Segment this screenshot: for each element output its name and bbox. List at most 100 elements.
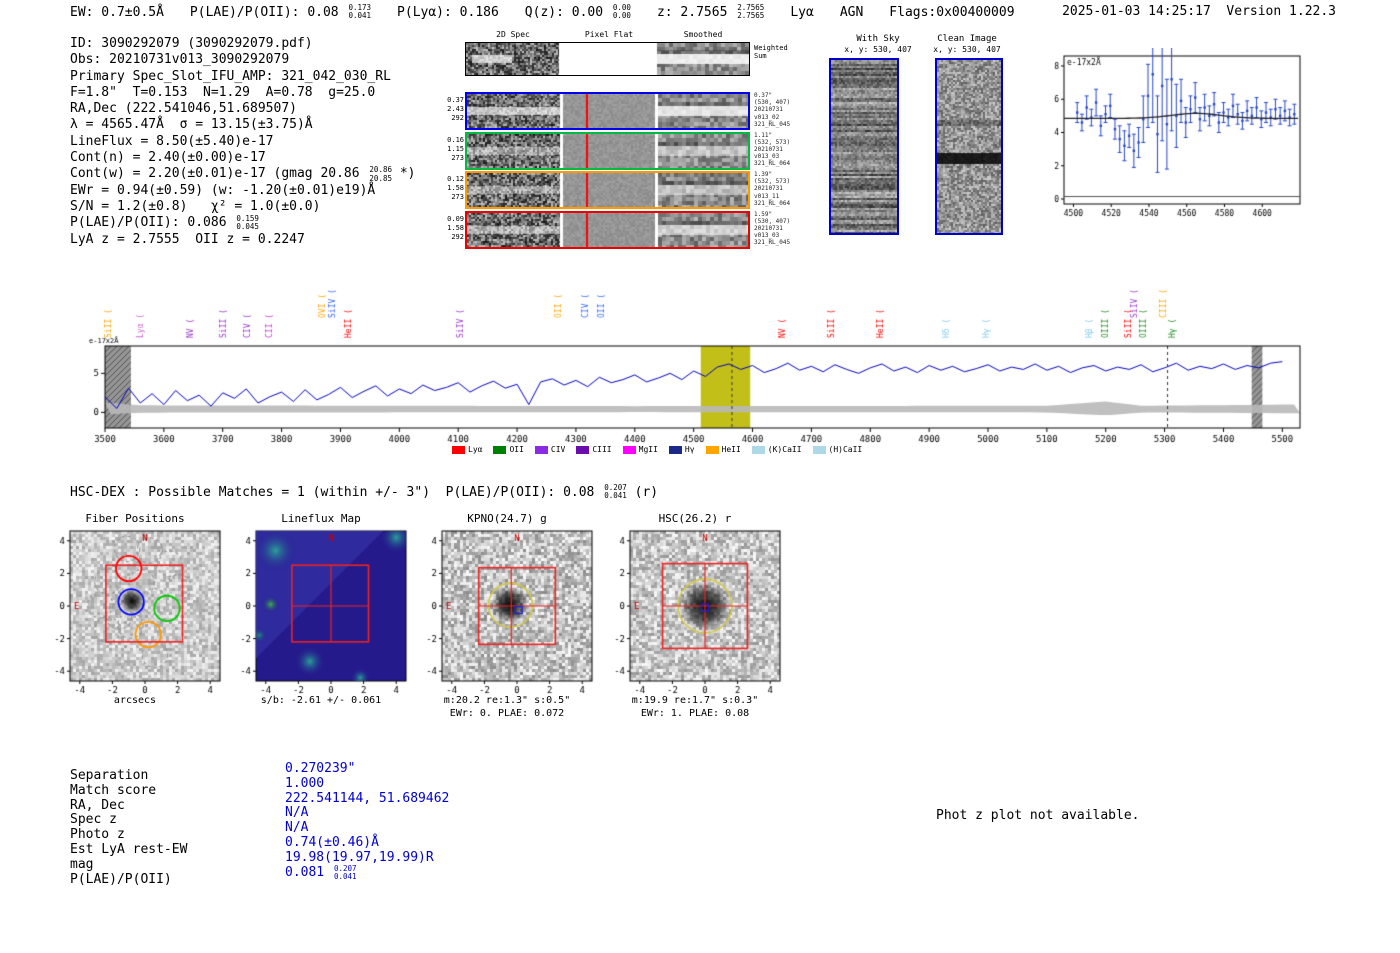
header-metric-4: z: 2.7565 2.75652.7565 (657, 4, 764, 21)
detection-summary: ID: 3090292079 (3090292079.pdf)Obs: 2021… (70, 36, 415, 248)
header-metric-2: P(Lyα): 0.186 (397, 4, 499, 21)
summary-line-1: Obs: 20210731v013_3090292079 (70, 52, 415, 68)
header-metrics: EW: 0.7±0.5Å P(LAE)/P(OII): 0.08 0.1730.0… (70, 4, 1015, 21)
photz-note: Phot z plot not available. (936, 808, 1140, 823)
cutout-caption1: m:19.9 re:1.7" s:0.3" (600, 695, 790, 706)
legend-swatch (493, 446, 506, 454)
stacked-fraction: 2.75652.7565 (737, 4, 764, 21)
match-label: Match score (70, 783, 285, 798)
cutout-caption1: s/b: -2.61 +/- 0.061 (226, 695, 416, 706)
match-table: Separation0.270239"Match score1.000RA, D… (70, 768, 449, 886)
summary-line-4: RA,Dec (222.541046,51.689507) (70, 101, 415, 117)
cutout-title-fiber_positions: Fiber Positions (40, 512, 230, 525)
clean-image-coords: x, y: 530, 407 (912, 45, 1022, 54)
cutout-title-lineflux_map: Lineflux Map (226, 512, 416, 525)
summary-line-11: P(LAE)/P(OII): 0.086 0.1590.045 (70, 215, 415, 231)
hsc-match-line: HSC-DEX : Possible Matches = 1 (within +… (70, 484, 658, 501)
spectrum-legend: LyαOIICIVCIIIMgIIHγHeII(K)CaII(H)CaII (452, 445, 862, 454)
spec2d-row-image (465, 211, 750, 249)
match-label: mag (70, 857, 285, 872)
summary-line-0: ID: 3090292079 (3090292079.pdf) (70, 36, 415, 52)
match-row-4: Photo zN/A (70, 827, 449, 842)
header-metric-1: P(LAE)/P(OII): 0.08 0.1730.041 (190, 4, 371, 21)
legend-swatch (706, 446, 719, 454)
cutout-fiber_positions (40, 527, 230, 697)
cutout-title-kpno_g: KPNO(24.7) g (412, 512, 602, 525)
cutout-caption1: m:20.2 re:1.3" s:0.5" (412, 695, 602, 706)
stacked-fraction: 20.8620.85 (369, 166, 392, 183)
legend-swatch (669, 446, 682, 454)
legend-item: OII (493, 445, 523, 454)
timestamp-version: 2025-01-03 14:25:17 Version 1.22.3 (1062, 4, 1336, 21)
full-spectrum-plot (88, 266, 1310, 448)
stacked-fraction: 0.000.00 (613, 4, 631, 21)
spec2d-row-weights: 0.121.58273 (443, 175, 464, 202)
header-metric-6: AGN (840, 4, 863, 21)
header-metric-7: Flags:0x00400009 (889, 4, 1014, 21)
spec2d-row-image (465, 132, 750, 170)
summary-line-8: Cont(w) = 2.20(±0.01)e-17 (gmag 20.86 20… (70, 166, 415, 182)
match-row-7: P(LAE)/P(OII)0.081 0.2070.041 (70, 872, 449, 887)
match-value: 222.541144, 51.689462 (285, 791, 449, 806)
spec2d-row-info: 0.37"(530, 407)20210731v013_02321_RL_045 (754, 92, 790, 128)
elixer-report-page: { "header": { "segments": [ {"pre":"EW: … (0, 0, 1400, 953)
cutout-caption1: arcsecs (40, 695, 230, 706)
match-row-6: mag19.98(19.97,19.99)R (70, 857, 449, 872)
spec2d-row-info: 1.59"(530, 407)20210731v013_03321_RL_045 (754, 211, 790, 247)
legend-swatch (752, 446, 765, 454)
summary-line-6: LineFlux = 8.50(±5.40)e-17 (70, 134, 415, 150)
legend-swatch (576, 446, 589, 454)
match-value: 1.000 (285, 776, 324, 791)
header-metric-3: Q(z): 0.00 0.000.00 (525, 4, 631, 21)
match-value: 0.270239" (285, 761, 355, 776)
legend-item: Hγ (669, 445, 695, 454)
match-value: N/A (285, 805, 308, 820)
match-label: P(LAE)/P(OII) (70, 872, 285, 887)
spec2d-row-image (465, 171, 750, 209)
match-row-2: RA, Dec222.541144, 51.689462 (70, 798, 449, 813)
cutout-title-hsc_r: HSC(26.2) r (600, 512, 790, 525)
legend-item: (H)CaII (813, 445, 863, 454)
header-bar: EW: 0.7±0.5Å P(LAE)/P(OII): 0.08 0.1730.0… (70, 4, 1336, 21)
match-label: RA, Dec (70, 798, 285, 813)
summary-line-10: S/N = 1.2(±0.8) χ² = 1.0(±0.0) (70, 199, 415, 215)
summary-line-7: Cont(n) = 2.40(±0.00)e-17 (70, 150, 415, 166)
match-label: Separation (70, 768, 285, 783)
cutout-lineflux_map (226, 527, 416, 697)
spec2d-row-image (465, 92, 750, 130)
match-value: 0.74(±0.46)Å (285, 835, 379, 850)
spec2d-row-info: 1.11"(532, 573)20210731v013_03321_RL_064 (754, 132, 790, 168)
spec2d-panel: 2D Spec Pixel Flat Smoothed Weighted Sum… (443, 28, 873, 254)
spec2d-row-weights: 0.161.15273 (443, 136, 464, 163)
summary-line-5: λ = 4565.47Å σ = 13.15(±3.75)Å (70, 117, 415, 133)
legend-item: HeII (706, 445, 741, 454)
summary-line-2: Primary Spec_Slot_IFU_AMP: 321_042_030_R… (70, 69, 415, 85)
match-row-0: Separation0.270239" (70, 768, 449, 783)
stacked-fraction: 0.1590.045 (236, 215, 259, 232)
match-value: N/A (285, 820, 308, 835)
header-metric-5: Lyα (790, 4, 813, 21)
hsc-match-text: HSC-DEX : Possible Matches = 1 (within +… (70, 485, 602, 500)
legend-swatch (623, 446, 636, 454)
hsc-match-band: (r) (627, 485, 658, 500)
legend-swatch (452, 446, 465, 454)
stacked-fraction: 0.1730.041 (348, 4, 371, 21)
legend-swatch (813, 446, 826, 454)
match-label: Spec z (70, 812, 285, 827)
summary-line-9: EWr = 0.94(±0.59) (w: -1.20(±0.01)e19)Å (70, 183, 415, 199)
header-metric-0: EW: 0.7±0.5Å (70, 4, 164, 21)
legend-item: Lyα (452, 445, 482, 454)
spec2d-col-title: 2D Spec (467, 30, 559, 39)
legend-swatch (535, 446, 548, 454)
clean-image-title: Clean Image (912, 34, 1022, 44)
legend-item: CIV (535, 445, 565, 454)
with-sky-image (829, 58, 899, 235)
plae-fraction: 0.2070.041 (604, 484, 627, 501)
clean-image (935, 58, 1003, 235)
legend-item: MgII (623, 445, 658, 454)
spec2d-col-title: Pixel Flat (563, 30, 655, 39)
cutout-kpno_g (412, 527, 602, 697)
spec2d-row-weights: 0.372.43292 (443, 96, 464, 123)
line-fit-plot (1036, 48, 1308, 228)
spec2d-weighted-image (465, 42, 750, 76)
